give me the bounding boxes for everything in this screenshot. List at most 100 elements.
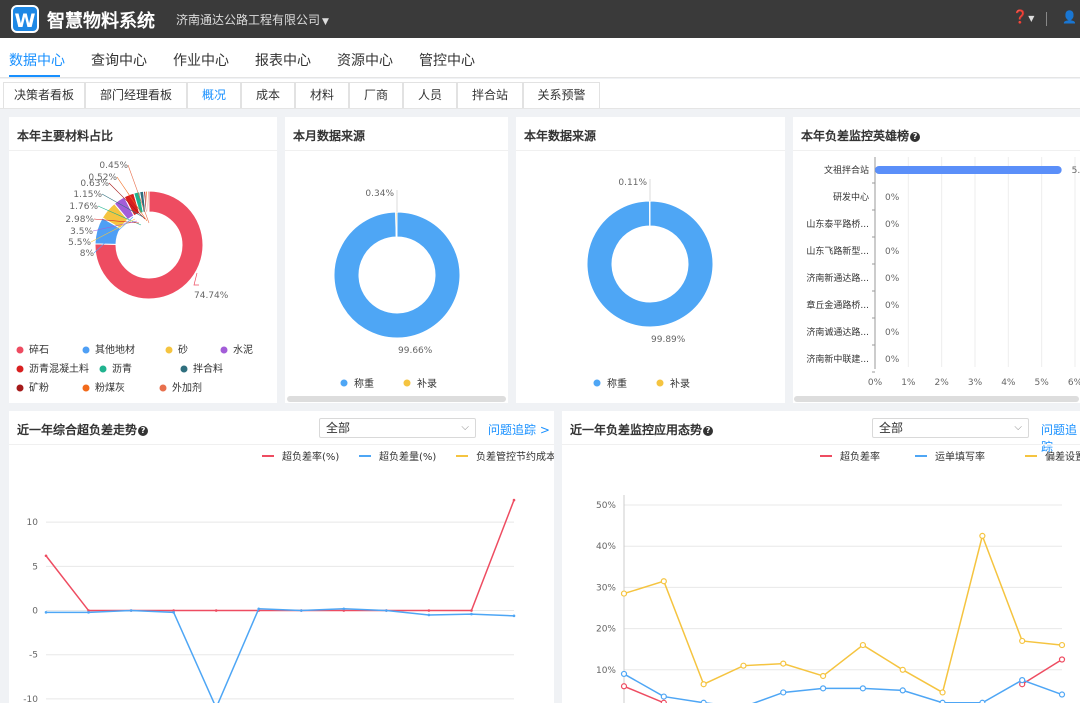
slice-label: 8% [80,249,95,259]
tab-mixing-station[interactable]: 拌合站 [457,82,523,108]
series-line [45,499,515,612]
nav-data-center[interactable]: 数据中心 [9,50,65,70]
slice-label: 99.89% [651,335,686,345]
y-tick-label: 济南新中联建... [806,353,869,365]
slice-label: 0.63% [80,179,109,189]
chevron-down-icon: ▼ [1028,14,1035,23]
tab-vendor[interactable]: 厂商 [349,82,403,108]
y-tick-label: 章丘金通路桥... [806,299,869,311]
tab-material[interactable]: 材料 [295,82,349,108]
y-tick-label: 5 [32,562,38,572]
user-icon: 👤 [1062,10,1077,24]
top-bar: W 智慧物料系统 济南通达公路工程有限公司 ▼ ❓▼ 👤 [0,0,1080,38]
data-point [620,590,628,597]
tab-dept-board[interactable]: 部门经理看板 [85,82,187,108]
legend-label: 拌合料 [193,362,223,375]
tab-overview[interactable]: 概况 [187,82,241,108]
series-line [623,685,665,703]
slice-label: 0.11% [618,178,647,188]
y-tick-label: 30% [596,583,616,593]
bar [875,166,1062,174]
data-point [427,613,431,617]
help-menu[interactable]: ❓▼ [1012,10,1034,25]
legend-marker [82,384,90,392]
data-point [979,532,986,540]
question-circle-icon: ❓ [1012,10,1029,25]
data-point [1058,691,1066,698]
scrollbar[interactable] [794,396,1079,402]
legend-label: 粉煤灰 [95,381,125,394]
legend-label: 运单填写率 [935,450,985,463]
legend-marker [16,346,24,354]
y-tick-label: 10% [596,666,616,676]
y-tick-label: 50% [596,501,616,511]
trend-card: 近一年综合超负差走势? 全部 ⌵ 问题追踪 > 10 5 0 -5 -10 超负差率(%) 超… [9,411,554,703]
slice-label: 5.5% [68,238,91,248]
legend-marker [99,365,107,373]
app-title: 智慧物料系统 [47,11,155,32]
tab-relation-alert[interactable]: 关系预警 [523,82,600,108]
nav-resource-center[interactable]: 资源中心 [337,50,393,70]
nav-query-center[interactable]: 查询中心 [91,50,147,70]
legend-label: 矿粉 [29,381,49,394]
legend-marker [82,346,90,354]
company-selector[interactable]: 济南通达公路工程有限公司 ▼ [176,11,329,28]
x-tick-label: 1% [901,378,916,388]
legend-label: 外加剂 [172,381,202,394]
data-point [620,670,628,678]
materials-card: 本年主要材料占比 74.74% 0.45% 0.52% 0.63% 1.15% 1.76%… [9,117,277,403]
data-point [172,611,175,614]
legend-marker [180,365,188,373]
bar-value-label: 0% [885,355,900,365]
nav-work-center[interactable]: 作业中心 [173,50,229,70]
y-tick-label: 0 [32,607,38,617]
series-line [46,608,515,703]
nav-report-center[interactable]: 报表中心 [255,50,311,70]
scrollbar[interactable] [287,396,506,402]
legend-marker [16,384,24,392]
legend-label: 超负差率 [840,450,880,463]
legend-label: 超负差率(%) [282,450,339,463]
materials-donut-chart: 74.74%0.45%0.52%0.63%1.15%1.76%2.98%3.5%… [16,161,253,394]
month-source-card: 本月数据来源 0.34% 99.66% 称重 补录 [285,117,508,403]
data-point [740,662,747,669]
legend-marker [403,379,411,387]
data-point [44,554,48,558]
x-tick-label: 2% [935,378,950,388]
legend-label: 负差管控节约成本 [476,450,554,463]
data-point [512,498,516,502]
y-tick-label: 山东飞路新型... [806,245,869,257]
data-point [257,607,261,611]
chevron-down-icon: ▼ [322,17,329,27]
data-point [939,689,946,696]
y-tick-label: 10 [27,518,39,528]
legend-marker [593,379,601,387]
tab-cost[interactable]: 成本 [241,82,295,108]
y-tick-label: 研发中心 [833,191,869,203]
legend-label: 水泥 [233,343,253,356]
tab-decision-board[interactable]: 决策者看板 [3,82,85,108]
tab-personnel[interactable]: 人员 [403,82,457,108]
data-point [427,609,431,612]
slice-label: 99.66% [398,346,433,356]
slice-label: 1.76% [69,202,98,212]
y-tick-label: 20% [596,625,616,635]
bar-value-label: 5. [1072,166,1080,176]
sub-tabs: 决策者看板 部门经理看板 概况 成本 材料 厂商 人员 拌合站 关系预警 [0,79,1080,109]
x-tick-label: 5% [1035,378,1050,388]
y-tick-label: 济南诚通达路... [806,326,869,338]
year-source-donut-chart: 0.11% 99.89% 称重 补录 [586,178,714,390]
data-point [899,687,906,694]
legend-marker [656,379,664,387]
bar-value-label: 0% [885,274,900,284]
app-trend-card: 近一年负差监控应用态势? 全部 ⌵ 问题追踪 50% 40% 30% 20% 10% 超负差… [562,411,1080,703]
y-tick-label: 山东泰平路桥... [806,218,869,230]
bar-value-label: 0% [885,220,900,230]
legend-label: 称重 [354,377,374,390]
nav-control-center[interactable]: 管控中心 [419,50,475,70]
data-point [299,609,303,612]
user-menu[interactable]: 👤 [1062,10,1077,24]
series-line [623,673,1063,703]
main-nav: 数据中心 查询中心 作业中心 报表中心 资源中心 管控中心 [0,38,1080,78]
bar-value-label: 0% [885,247,900,257]
